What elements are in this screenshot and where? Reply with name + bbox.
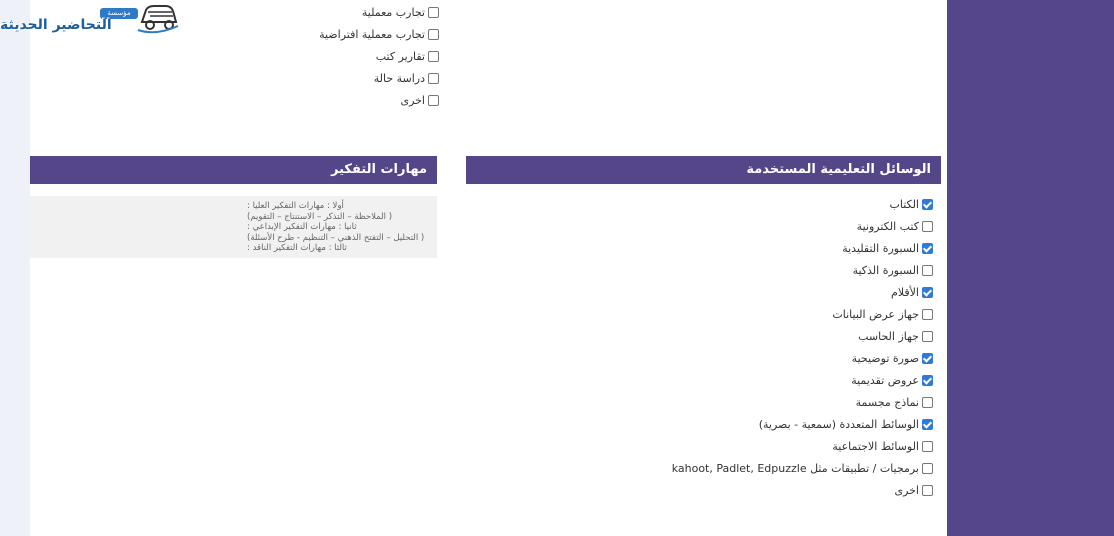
activity-item[interactable]: تقارير كتب: [230, 46, 439, 68]
checkbox[interactable]: [922, 484, 933, 496]
checkbox[interactable]: [922, 198, 933, 210]
text-line: أولا : مهارات التفكير العليا :: [247, 201, 344, 211]
media-item[interactable]: جهاز الحاسب: [600, 326, 933, 348]
media-item[interactable]: الوسائط الاجتماعية: [600, 436, 933, 458]
checkbox[interactable]: [922, 308, 933, 320]
text-line: ( الملاحظة – التذكر – الاستنتاج – التقوي…: [247, 211, 393, 222]
thinking-skills-title: مهارات التفكير: [331, 162, 427, 177]
checkbox[interactable]: [922, 374, 933, 386]
media-item[interactable]: اخرى: [600, 480, 933, 502]
activity-item[interactable]: تجارب معملية افتراضية: [230, 24, 439, 46]
checkbox[interactable]: [428, 72, 439, 84]
checkbox[interactable]: [922, 286, 933, 298]
checkbox[interactable]: [922, 330, 933, 342]
checkbox[interactable]: [922, 396, 933, 408]
activity-item[interactable]: اخرى: [230, 90, 439, 112]
media-item[interactable]: السبورة الذكية: [600, 260, 933, 282]
site-logo[interactable]: مؤسسة التحاضير الحديثة: [0, 0, 180, 42]
media-list: الكتاب كتب الكترونية السبورة التقليدية ا…: [600, 194, 933, 502]
text-line: ثانيا : مهارات التفكير الإبداعي :: [247, 222, 357, 232]
media-item[interactable]: السبورة التقليدية: [600, 238, 933, 260]
activity-item[interactable]: دراسة حالة: [230, 68, 439, 90]
media-item[interactable]: صورة توضيحية: [600, 348, 933, 370]
media-title: الوسائل التعليمية المستخدمة: [746, 162, 931, 177]
checkbox[interactable]: [922, 220, 933, 232]
activity-item[interactable]: تجارب معملية: [230, 2, 439, 24]
media-item[interactable]: جهاز عرض البيانات: [600, 304, 933, 326]
checkbox[interactable]: [428, 28, 439, 40]
media-item[interactable]: الكتاب: [600, 194, 933, 216]
checkbox[interactable]: [922, 418, 933, 430]
media-item[interactable]: الوسائط المتعددة (سمعية - بصرية): [600, 414, 933, 436]
thinking-skills-textarea[interactable]: أولا : مهارات التفكير العليا : ( الملاحظ…: [30, 196, 437, 258]
thinking-skills-header: مهارات التفكير: [30, 156, 437, 184]
checkbox[interactable]: [922, 462, 933, 474]
checkbox[interactable]: [922, 440, 933, 452]
checkbox[interactable]: [922, 242, 933, 254]
text-line: ثالثا : مهارات التفكير الناقد :: [247, 243, 347, 253]
media-item[interactable]: برمجيات / تطبيقات مثل kahoot, Padlet, Ed…: [600, 458, 933, 480]
checkbox[interactable]: [922, 352, 933, 364]
checkbox[interactable]: [428, 50, 439, 62]
car-icon: [137, 5, 179, 34]
media-item[interactable]: عروض تقديمية: [600, 370, 933, 392]
right-side-band: [947, 0, 1114, 536]
media-item[interactable]: كتب الكترونية: [600, 216, 933, 238]
text-line: ( التحليل – التفتح الذهني – التنظيم - طر…: [247, 232, 425, 243]
media-item[interactable]: الأقلام: [600, 282, 933, 304]
checkbox[interactable]: [922, 264, 933, 276]
checkbox[interactable]: [428, 6, 439, 18]
media-header: الوسائل التعليمية المستخدمة: [466, 156, 941, 184]
checkbox[interactable]: [428, 94, 439, 106]
media-item[interactable]: نماذج مجسمة: [600, 392, 933, 414]
activities-list: تجارب معملية تجارب معملية افتراضية تقاري…: [230, 2, 439, 112]
